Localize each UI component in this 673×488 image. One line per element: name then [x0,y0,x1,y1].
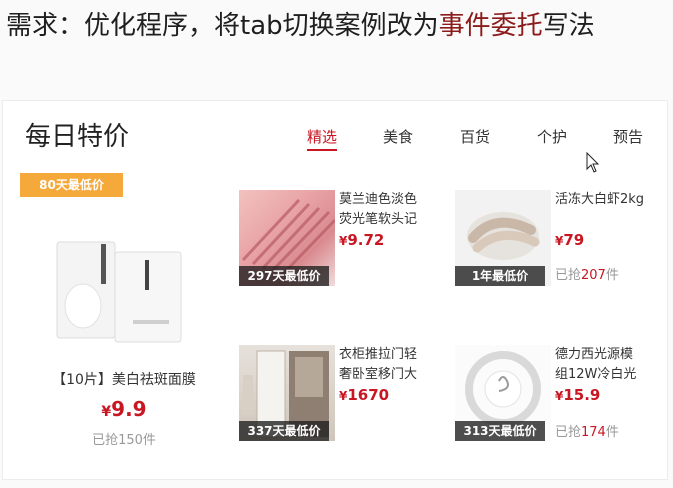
product-name[interactable]: 莫兰迪色淡色荧光笔软头记 [339,190,429,230]
product-price: ¥1670 [339,385,389,404]
product-card[interactable]: 1年最低价 活冻大白虾2kg ¥79 已抢207件 [455,190,665,340]
product-name[interactable]: 活冻大白虾2kg [555,190,645,210]
sold-count: 已抢207件 [555,264,619,283]
lowest-price-tag: 337天最低价 [239,421,329,441]
mouse-cursor-icon [586,152,600,173]
sold-prefix: 已抢 [555,425,582,440]
product-card[interactable]: 337天最低价 衣柜推拉门轻奢卧室移门大 ¥1670 [239,345,449,488]
featured-product-price: ¥9.9 [39,397,209,421]
lowest-price-tag: 297天最低价 [239,266,329,286]
product-card[interactable]: 313天最低价 德力西光源模组12W冷白光 ¥15.9 已抢174件 [455,345,665,488]
price-value: 1670 [347,386,390,404]
tab-general-goods[interactable]: 百货 [460,125,490,149]
tab-featured[interactable]: 精选 [307,125,338,151]
sold-suffix: 件 [605,425,619,440]
price-value: 79 [563,231,585,249]
product-price: ¥15.9 [555,385,600,404]
heading-suffix: 写法 [542,11,595,41]
tab-personal-care[interactable]: 个护 [537,125,567,149]
price-value: 15.9 [563,386,601,404]
featured-price-value: 9.9 [111,397,147,421]
requirement-heading: 需求：优化程序，将tab切换案例改为事件委托写法 [6,6,595,46]
featured-product-image[interactable] [43,236,193,346]
heading-prefix: 需求：优化程序，将tab切换案例改为 [6,11,439,41]
product-card[interactable]: 297天最低价 莫兰迪色淡色荧光笔软头记 ¥9.72 [239,190,449,340]
tab-food[interactable]: 美食 [383,125,413,149]
heading-highlight: 事件委托 [438,11,543,41]
sold-suffix: 件 [605,268,619,283]
sold-number: 207 [581,268,606,283]
featured-lowest-price-badge: 80天最低价 [20,173,123,197]
panel-title: 每日特价 [25,122,130,152]
daily-deals-panel: 每日特价 精选 美食 百货 个护 预告 80天最低价 【10片】美白祛斑面膜 ¥… [2,100,668,480]
featured-currency: ¥ [101,404,112,420]
featured-sold-count: 已抢150件 [92,433,156,448]
lowest-price-tag: 1年最低价 [455,266,545,286]
sold-count: 已抢174件 [555,421,619,440]
price-value: 9.72 [347,231,385,249]
product-name[interactable]: 衣柜推拉门轻奢卧室移门大 [339,345,429,385]
sold-prefix: 已抢 [555,268,582,283]
product-price: ¥79 [555,230,584,249]
product-price: ¥9.72 [339,230,384,249]
sold-number: 174 [581,425,606,440]
tab-preview[interactable]: 预告 [613,125,643,149]
lowest-price-tag: 313天最低价 [455,421,545,441]
featured-product-name[interactable]: 【10片】美白祛斑面膜 [39,369,209,389]
product-name[interactable]: 德力西光源模组12W冷白光 [555,345,645,385]
